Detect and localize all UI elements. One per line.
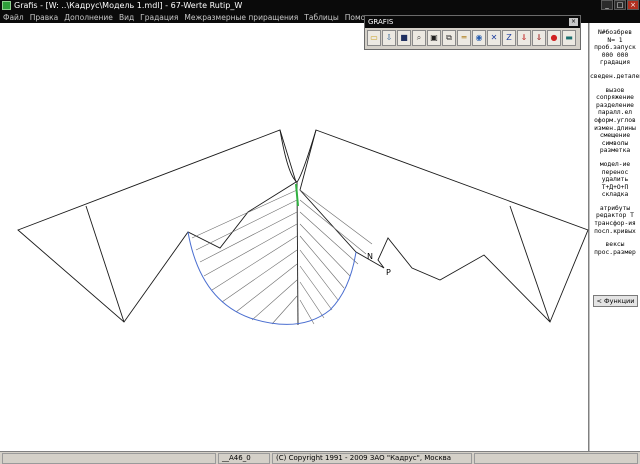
- toolbar-button-13[interactable]: ●: [547, 30, 561, 46]
- globe-icon: ◉: [475, 33, 483, 42]
- zoom-icon: ⌕: [416, 33, 422, 42]
- window-icon: ▣: [430, 33, 438, 42]
- command-item[interactable]: проб.запуск: [590, 44, 640, 52]
- status-copyright: (C) Copyright 1991 - 2009 ЗАО "Кадрус", …: [272, 453, 472, 464]
- import-icon: ⇩: [385, 33, 393, 42]
- command-group: вызов сопряжение разделение паралл.ел оформ.…: [590, 87, 640, 155]
- menu-intersize[interactable]: Межразмерные приращения: [184, 13, 298, 22]
- command-group: модел-ие перенос удалить Т+Д+О+П складка: [590, 161, 640, 199]
- toolbar-header[interactable]: GRAFIS ×: [365, 16, 580, 28]
- window-title: Grafis - [W: ..\Кадрус\Модель 1.mdl] - 6…: [14, 1, 243, 10]
- command-panel: N#бозбрев N= 1 проб.запуск 000 000 градация с…: [589, 23, 640, 451]
- command-item[interactable]: складка: [590, 191, 640, 199]
- command-item[interactable]: удалить: [590, 176, 640, 184]
- command-item[interactable]: Т+Д+О+П: [590, 184, 640, 192]
- command-group: вексы прос.размер: [590, 241, 640, 256]
- download-red-2-icon: ⇓: [535, 33, 543, 42]
- toolbar-button-4[interactable]: ⌕: [412, 30, 426, 46]
- functions-button[interactable]: < Функции: [593, 295, 638, 307]
- ruler-icon: ═: [461, 33, 467, 42]
- menu-file[interactable]: Файл: [3, 13, 24, 22]
- grafis-toolbar[interactable]: GRAFIS × ▭ ⇩ ■ ⌕ ▣ ⧉ ═ ◉ ✕ Z ⇓ ⇓ ● ▬: [364, 15, 581, 50]
- toolbar-button-9[interactable]: ✕: [487, 30, 501, 46]
- command-item[interactable]: сопряжение: [590, 94, 640, 102]
- toolbar-button-8[interactable]: ◉: [472, 30, 486, 46]
- status-cell-1: [2, 453, 216, 464]
- toolbar-button-14[interactable]: ▬: [562, 30, 576, 46]
- command-group: N#бозбрев N= 1 проб.запуск 000 000 градация: [590, 29, 640, 67]
- app-icon: [2, 1, 11, 10]
- stop-icon: ●: [550, 33, 558, 42]
- save-icon: ■: [400, 33, 408, 42]
- cross-tool-icon: ✕: [490, 33, 498, 42]
- command-item[interactable]: редактор Т: [590, 212, 640, 220]
- command-item[interactable]: атрибуты: [590, 205, 640, 213]
- toolbar-button-2[interactable]: ⇩: [382, 30, 396, 46]
- left-sleeve-cuff-line: [85, 205, 125, 323]
- command-item[interactable]: сведен.деталей: [590, 73, 640, 81]
- command-item[interactable]: символы: [590, 140, 640, 148]
- status-bar: __A46_0 (C) Copyright 1991 - 2009 ЗАО "К…: [0, 451, 640, 464]
- command-item[interactable]: трансфор-ия: [590, 220, 640, 228]
- command-item[interactable]: разделение: [590, 102, 640, 110]
- toolbar-button-10[interactable]: Z: [502, 30, 516, 46]
- toolbar-button-12[interactable]: ⇓: [532, 30, 546, 46]
- command-item[interactable]: смещение: [590, 132, 640, 140]
- command-item[interactable]: вызов: [590, 87, 640, 95]
- pattern-drawing: [17, 129, 589, 326]
- hem-curve: [187, 231, 357, 325]
- notch-marker: [295, 183, 299, 207]
- left-sleeve-outline: [17, 129, 297, 323]
- command-item[interactable]: паралл.ел: [590, 109, 640, 117]
- toolbar-button-1[interactable]: ▭: [367, 30, 381, 46]
- command-item[interactable]: N#бозбрев: [590, 29, 640, 37]
- menu-edit[interactable]: Правка: [30, 13, 59, 22]
- fan-lines: [191, 189, 373, 325]
- command-group: атрибуты редактор Ттрансфор-ия посл.кривых: [590, 205, 640, 235]
- neck-curve: [279, 129, 317, 183]
- toolbar-button-3[interactable]: ■: [397, 30, 411, 46]
- download-red-icon: ⇓: [520, 33, 528, 42]
- minimize-button[interactable]: _: [601, 0, 613, 10]
- command-item[interactable]: 000 000: [590, 52, 640, 60]
- command-item[interactable]: градация: [590, 59, 640, 67]
- command-item[interactable]: модел-ие: [590, 161, 640, 169]
- close-button[interactable]: ×: [627, 0, 639, 10]
- status-cell-4: [474, 453, 638, 464]
- exit-icon: ▬: [565, 33, 573, 42]
- command-item[interactable]: перенос: [590, 169, 640, 177]
- right-sleeve-cuff-line: [509, 205, 551, 323]
- point-label-n: N: [367, 252, 373, 261]
- menu-tables[interactable]: Таблицы: [304, 13, 339, 22]
- title-bar: Grafis - [W: ..\Кадрус\Модель 1.mdl] - 6…: [0, 0, 640, 11]
- command-item[interactable]: измен.длины: [590, 125, 640, 133]
- command-item[interactable]: посл.кривых: [590, 228, 640, 236]
- drawing-canvas[interactable]: N P: [0, 23, 589, 451]
- toolbar-button-6[interactable]: ⧉: [442, 30, 456, 46]
- toolbar-buttons: ▭ ⇩ ■ ⌕ ▣ ⧉ ═ ◉ ✕ Z ⇓ ⇓ ● ▬: [365, 28, 580, 48]
- command-item[interactable]: оформ.углов: [590, 117, 640, 125]
- frame-icon: ⧉: [446, 33, 452, 42]
- command-item[interactable]: вексы: [590, 241, 640, 249]
- open-folder-icon: ▭: [370, 33, 378, 42]
- menu-view[interactable]: Вид: [119, 13, 134, 22]
- toolbar-title: GRAFIS: [368, 18, 394, 26]
- maximize-button[interactable]: □: [614, 0, 626, 10]
- command-item[interactable]: разметка: [590, 147, 640, 155]
- point-label-p: P: [386, 268, 391, 277]
- command-group: сведен.деталей: [590, 73, 640, 81]
- toolbar-button-5[interactable]: ▣: [427, 30, 441, 46]
- z-tool-icon: Z: [506, 33, 512, 42]
- menu-grading[interactable]: Градация: [140, 13, 178, 22]
- toolbar-close-button[interactable]: ×: [569, 18, 578, 26]
- command-item[interactable]: прос.размер: [590, 249, 640, 257]
- status-cell-layer: __A46_0: [218, 453, 270, 464]
- toolbar-button-7[interactable]: ═: [457, 30, 471, 46]
- menu-addition[interactable]: Дополнение: [64, 13, 113, 22]
- right-sleeve-outline: [299, 129, 589, 323]
- toolbar-button-11[interactable]: ⇓: [517, 30, 531, 46]
